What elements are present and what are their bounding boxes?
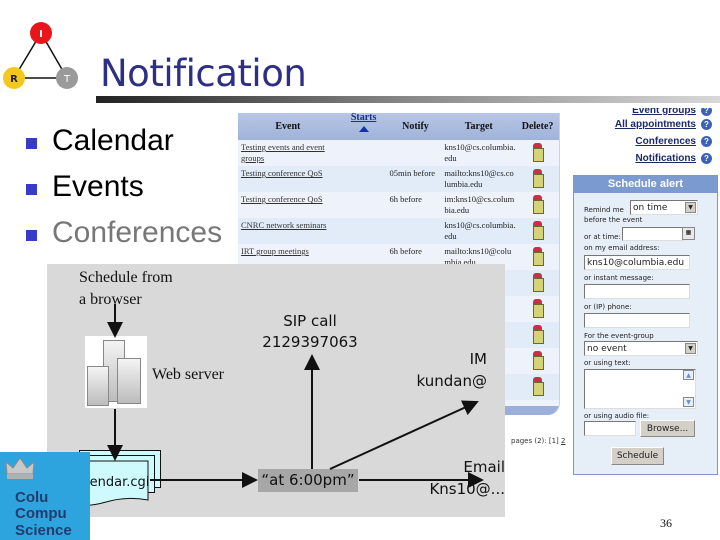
browse-button[interactable]: Browse... [640,420,695,437]
bullet-item: Conferences [26,210,222,256]
delete-button[interactable] [516,168,559,192]
trash-icon[interactable] [532,221,545,240]
delete-button[interactable] [516,220,559,244]
svg-text:I: I [39,29,43,40]
notify-cell: 05min before [389,168,436,178]
pagination: pages (2): [1] 2 [511,437,566,445]
trash-icon[interactable] [532,273,545,292]
table-row: CNRC network seminars kns10@cs.columbia.e… [238,218,559,244]
page-2-link[interactable]: 2 [561,437,565,445]
help-icon[interactable]: ? [701,119,712,130]
sort-ascending-icon[interactable] [358,126,369,132]
target-cell: kns10@cs.columbia.edu [444,142,516,163]
event-link[interactable]: Testing events and event groups [238,142,338,166]
side-links: Event groups? All appointments? Conferen… [615,108,712,167]
schedule-alert-panel: Schedule alert Remind me on time ▼ before… [573,175,718,475]
link-all-appointments[interactable]: All appointments? [615,116,712,133]
bullet-item: Calendar [26,118,222,164]
notification-flow-diagram: Schedule from a browser Web server Calen… [47,264,505,517]
trash-icon[interactable] [532,169,545,188]
target-cell: mailto:kns10@cs.columbia.edu [444,168,514,189]
phone-input[interactable] [584,313,690,328]
header-delete: Delete? [521,121,554,132]
delete-button[interactable] [516,376,559,400]
delete-button[interactable] [516,324,559,348]
bullet-square-icon [26,137,37,149]
svg-text:T: T [63,74,71,85]
bullet-item: Events [26,164,222,210]
notify-cell [390,142,442,166]
chevron-down-icon[interactable]: ▼ [685,343,696,354]
audio-file-input[interactable] [584,421,636,436]
notify-cell [390,220,442,244]
table-header: Event Starts Notify Target Delete? [238,113,559,140]
table-row: Testing events and event groups kns10@cs.… [238,140,559,166]
remind-select[interactable]: on time ▼ [630,200,698,215]
delete-button[interactable] [516,298,559,322]
title-underline [96,96,720,103]
bullet-list: Calendar Events Conferences [26,118,222,256]
slide-title: Notification [100,52,307,95]
starts-cell [338,168,390,192]
event-link[interactable]: CNRC network seminars [238,220,338,244]
scroll-up-icon[interactable]: ▲ [683,370,694,380]
delete-button[interactable] [516,194,559,218]
delete-button[interactable] [516,142,559,166]
trash-icon[interactable] [532,299,545,318]
trash-icon[interactable] [532,377,545,396]
trash-icon[interactable] [532,195,545,214]
scroll-down-icon[interactable]: ▼ [683,397,694,407]
delete-button[interactable] [516,272,559,296]
chevron-down-icon[interactable]: ▼ [685,202,696,213]
bullet-square-icon [26,229,37,241]
trash-icon[interactable] [532,351,545,370]
trash-icon[interactable] [532,143,545,162]
target-cell: kns10@cs.columbia.edu [444,220,516,241]
link-event-groups[interactable]: Event groups? [615,108,712,116]
help-icon[interactable]: ? [701,136,712,147]
event-group-select[interactable]: no event ▼ [584,341,698,356]
delete-button[interactable] [516,246,559,270]
at-time-input[interactable] [622,227,684,241]
starts-cell [338,194,390,218]
schedule-button[interactable]: Schedule [611,447,664,465]
header-target: Target [464,121,493,132]
columbia-cs-logo: Colu Compu Science [0,452,90,540]
diagram-arrows [107,304,484,488]
email-input[interactable]: kns10@columbia.edu [584,255,690,270]
table-row: Testing conference QoS 05min before mailto… [238,166,559,192]
svg-text:R: R [10,74,18,85]
help-icon[interactable]: ? [701,108,712,116]
trash-icon[interactable] [532,247,545,266]
notify-cell: 6h before [389,194,422,204]
header-notify: Notify [402,121,429,132]
help-icon[interactable]: ? [701,153,712,164]
calendar-picker-icon[interactable]: ▦ [682,227,695,240]
slide-number: 36 [660,516,672,530]
bullet-square-icon [26,183,37,195]
starts-cell [338,142,390,166]
target-cell: im:kns10@cs.columbia.edu [444,194,515,215]
link-conferences[interactable]: Conferences? [615,133,712,150]
table-row: Testing conference QoS 6h before im:kns10@… [238,192,559,218]
schedule-alert-title: Schedule alert [574,176,717,193]
text-area[interactable] [584,369,696,409]
event-link[interactable]: Testing conference QoS [238,168,338,192]
irt-logo: I R T [3,22,78,89]
crown-icon [5,457,35,479]
arrow-to-im [329,400,479,470]
header-starts[interactable]: Starts [338,113,390,132]
link-notifications[interactable]: Notifications? [615,150,712,167]
event-link[interactable]: Testing conference QoS [238,194,338,218]
im-input[interactable] [584,284,690,299]
delete-button[interactable] [516,350,559,374]
trash-icon[interactable] [532,325,545,344]
starts-cell [338,220,390,244]
header-event: Event [275,121,301,132]
